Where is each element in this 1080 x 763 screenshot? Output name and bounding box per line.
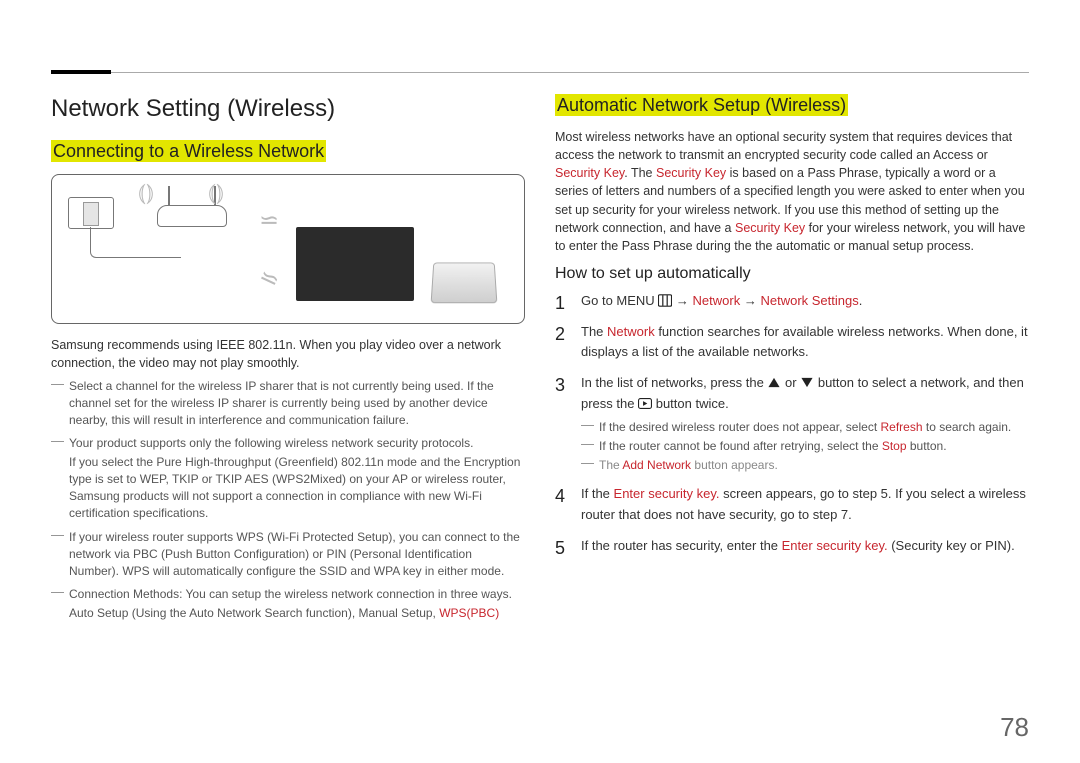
intro-paragraph: Most wireless networks have an optional … — [555, 128, 1029, 255]
wifi-waves-icon: ⋍ — [255, 264, 283, 294]
menu-icon — [658, 294, 672, 307]
note-item: Your product supports only the following… — [51, 435, 525, 522]
display-icon — [296, 227, 414, 301]
subnote-item: If the router cannot be found after retr… — [581, 438, 1029, 455]
step-subnotes: If the desired wireless router does not … — [581, 419, 1029, 474]
step-item: If the router has security, enter the En… — [555, 536, 1029, 557]
step-item: Go to MENU → Network → Network Settings. — [555, 291, 1029, 312]
right-column: Automatic Network Setup (Wireless) Most … — [555, 95, 1029, 628]
steps-list: Go to MENU → Network → Network Settings.… — [555, 291, 1029, 556]
intro-text: Samsung recommends using IEEE 802.11n. W… — [51, 336, 525, 372]
wall-outlet-icon — [68, 197, 114, 229]
network-diagram: ⦅⦆ ⦅⦆ ⋍ ⋍ — [51, 174, 525, 324]
left-column: Network Setting (Wireless) Connecting to… — [51, 95, 525, 628]
page-title: Network Setting (Wireless) — [51, 95, 525, 123]
laptop-icon — [431, 262, 498, 303]
arrow-up-icon — [767, 376, 781, 389]
section-heading-auto-setup: Automatic Network Setup (Wireless) — [555, 95, 1029, 116]
subnote-item: The Add Network button appears. — [581, 457, 1029, 474]
header-divider — [51, 72, 1029, 73]
router-icon — [157, 205, 227, 227]
header-accent — [51, 70, 111, 74]
step-item: If the Enter security key. screen appear… — [555, 484, 1029, 526]
section-heading-connecting: Connecting to a Wireless Network — [51, 141, 525, 162]
wifi-waves-icon: ⋍ — [259, 209, 279, 233]
enter-icon — [638, 397, 652, 410]
note-item: Select a channel for the wireless IP sha… — [51, 378, 525, 429]
cable-icon — [90, 227, 181, 258]
wifi-waves-icon: ⦅⦆ — [138, 181, 154, 205]
step-item: The Network function searches for availa… — [555, 322, 1029, 364]
content: Network Setting (Wireless) Connecting to… — [51, 95, 1029, 628]
subnote-item: If the desired wireless router does not … — [581, 419, 1029, 436]
step-item: In the list of networks, press the or bu… — [555, 373, 1029, 474]
page-number: 78 — [1000, 712, 1029, 743]
howto-heading: How to set up automatically — [555, 265, 1029, 283]
arrow-down-icon — [800, 376, 814, 389]
note-item: Connection Methods: You can setup the wi… — [51, 586, 525, 622]
wifi-waves-icon: ⦅⦆ — [208, 181, 224, 205]
notes-list: Select a channel for the wireless IP sha… — [51, 378, 525, 621]
note-item: If your wireless router supports WPS (Wi… — [51, 529, 525, 580]
